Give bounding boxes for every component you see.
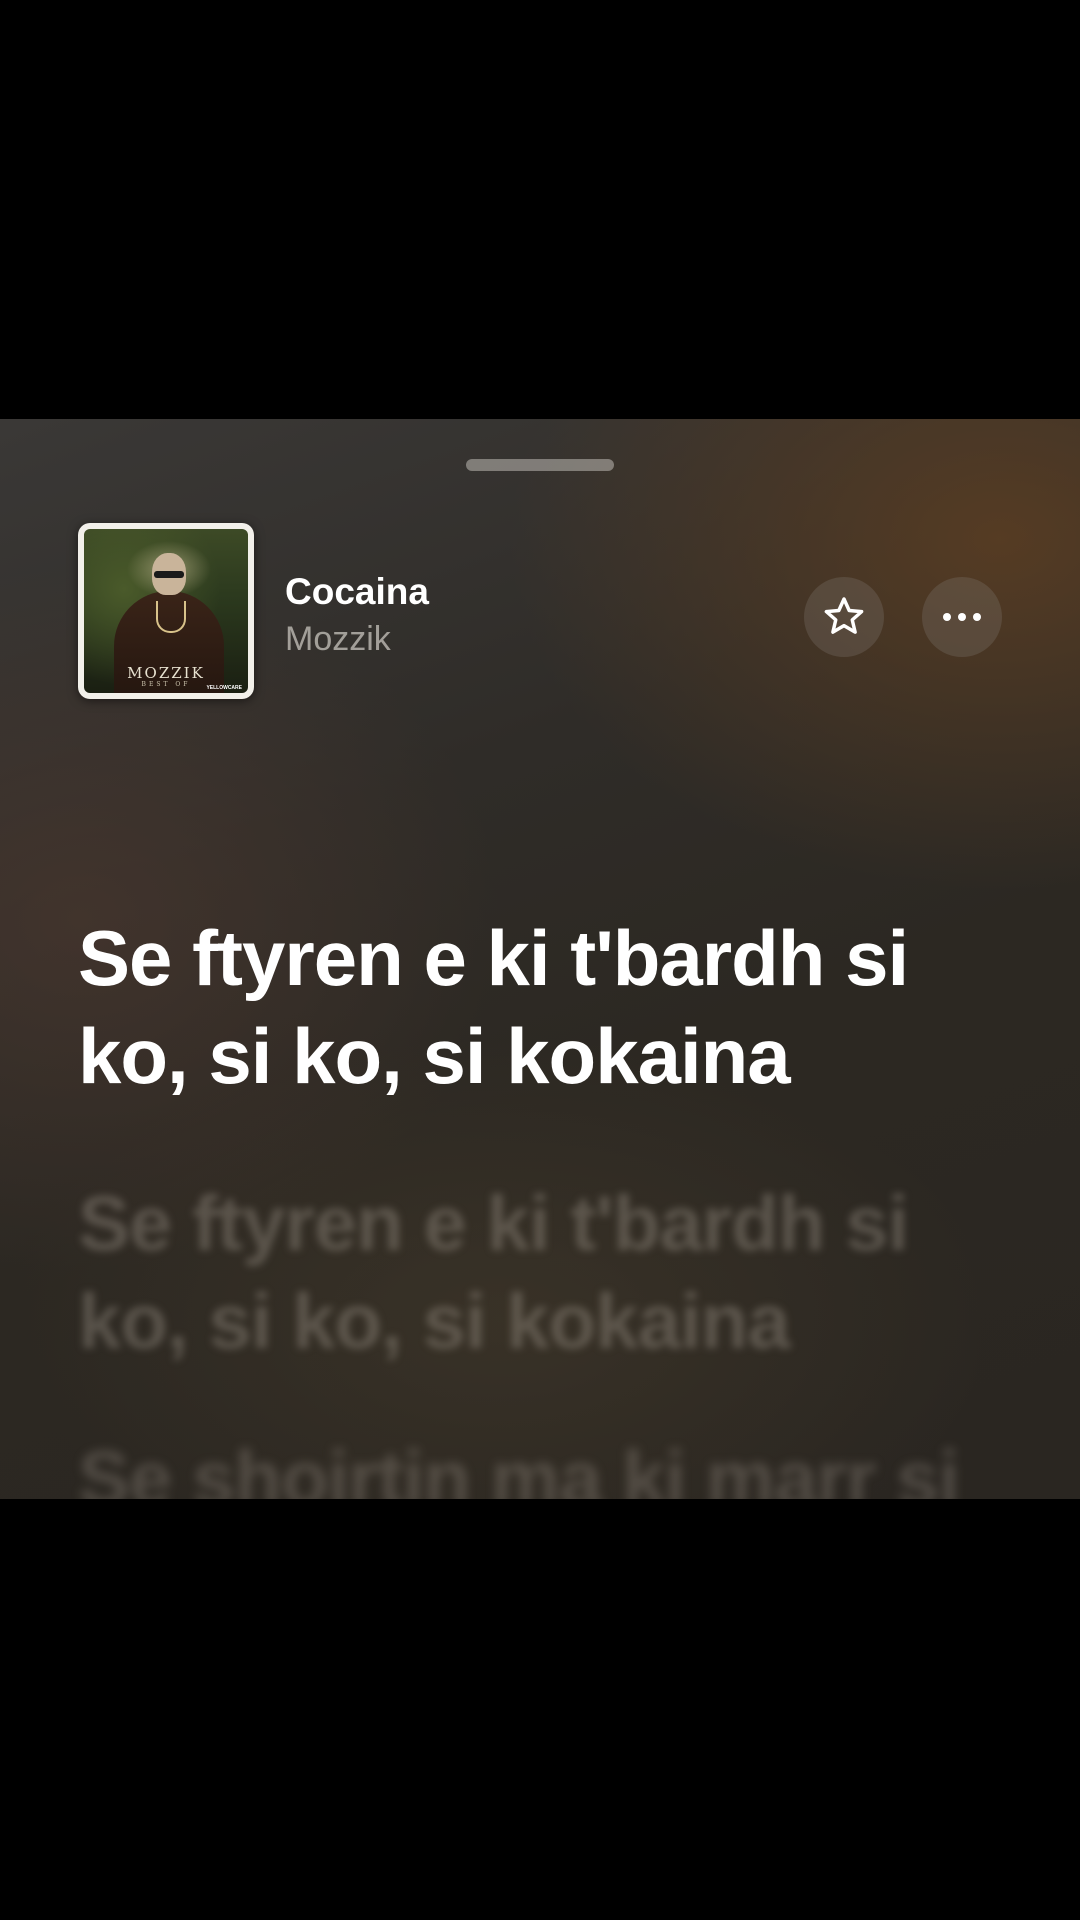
- lyric-line-following[interactable]: Se shoirtin ma ki marr si: [78, 1429, 1038, 1499]
- cover-artist-name: MOZZIK: [127, 664, 205, 682]
- album-cover-image: MOZZIK BEST OF YELLOWCARE: [84, 529, 248, 693]
- lyrics-sheet: MOZZIK BEST OF YELLOWCARE Cocaina Mozzik…: [0, 419, 1080, 1499]
- cover-figure-glasses: [154, 571, 184, 578]
- cover-label: YELLOWCARE: [206, 685, 242, 691]
- favorite-button[interactable]: [804, 577, 884, 657]
- sheet-grabber-handle[interactable]: [466, 459, 614, 471]
- track-title[interactable]: Cocaina: [285, 573, 429, 610]
- star-icon: [824, 597, 864, 634]
- lyric-line-next[interactable]: Se ftyren e ki t'bardh si ko, si ko, si …: [78, 1174, 998, 1370]
- lyric-line-current[interactable]: Se ftyren e ki t'bardh si ko, si ko, si …: [78, 909, 998, 1105]
- album-artwork[interactable]: MOZZIK BEST OF YELLOWCARE: [78, 523, 254, 699]
- more-options-button[interactable]: [922, 577, 1002, 657]
- ellipsis-icon: [943, 613, 981, 621]
- track-artist[interactable]: Mozzik: [285, 622, 391, 656]
- cover-chain: [156, 601, 186, 633]
